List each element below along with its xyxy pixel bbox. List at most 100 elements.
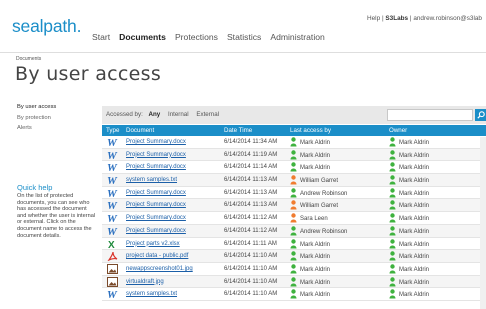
table-row[interactable]: W Project Summary.docx 6/14/2014 11:34 AM M… (102, 136, 486, 149)
table-row[interactable]: newappscreenshot01.jpg 6/14/2014 11:10 AM… (102, 263, 486, 276)
user-icon (290, 137, 297, 147)
sidebar-item-by-protection[interactable]: By protection (17, 115, 99, 126)
table-row[interactable]: W Project Summary.docx 6/14/2014 11:13 AM A… (102, 187, 486, 200)
table-row[interactable]: W Project Summary.docx 6/14/2014 11:12 AM A… (102, 224, 486, 238)
word-file-icon: W (107, 137, 119, 149)
document-link[interactable]: system samples.txt (126, 177, 177, 183)
breadcrumb[interactable]: Documents (16, 56, 41, 62)
last-access-name: Mark Aldrin (300, 279, 331, 286)
svg-text:W: W (107, 162, 118, 172)
table-header: Type Document Date Time Last access by O… (102, 125, 486, 136)
sidebar-item-alerts[interactable]: Alerts (17, 125, 99, 136)
last-access-name: Andrew Robinson (300, 190, 348, 197)
access-datetime: 6/14/2014 11:11 AM (224, 240, 277, 247)
scrollbar[interactable] (480, 137, 486, 309)
table-row[interactable]: W Project Summary.docx 6/14/2014 11:19 AM M… (102, 148, 486, 162)
col-last-access[interactable]: Last access by (290, 127, 331, 134)
owner-user: Mark Aldrin (389, 162, 429, 172)
last-access-user: William Garret (290, 175, 338, 185)
user-icon (389, 289, 396, 299)
table-row[interactable]: Wsystem samples.txt 6/14/2014 11:10 AM Mar… (102, 288, 486, 301)
page-title: By user access (15, 63, 162, 85)
word-file-icon: W (107, 213, 119, 225)
nav-start[interactable]: Start (92, 32, 110, 42)
nav-administration[interactable]: Administration (270, 32, 324, 42)
nav-protections[interactable]: Protections (175, 32, 218, 42)
document-link[interactable]: Project Summary.docx (126, 190, 186, 196)
main-nav: Start Documents Protections Statistics A… (92, 32, 325, 42)
table-row[interactable]: X Project parts v2.xlsx 6/14/2014 11:11 AM… (102, 238, 486, 251)
last-access-name: Andrew Robinson (300, 228, 348, 235)
table-row[interactable]: W Project Summary.docx 6/14/2014 11:13 AM W… (102, 199, 486, 212)
access-datetime: 6/14/2014 11:13 AM (224, 189, 278, 196)
sealpath-logo[interactable]: sealpath. (12, 16, 81, 37)
user-icon (389, 213, 396, 223)
word-file-icon: W (107, 200, 119, 212)
document-link[interactable]: Project Summary.docx (126, 139, 186, 145)
document-link[interactable]: Project Summary.docx (126, 228, 186, 234)
last-access-name: Mark Aldrin (300, 241, 331, 248)
access-datetime: 6/14/2014 11:13 AM (224, 202, 278, 209)
nav-statistics[interactable]: Statistics (227, 32, 261, 42)
last-access-user: Andrew Robinson (290, 188, 347, 198)
nav-documents[interactable]: Documents (119, 32, 166, 42)
owner-name: Mark Aldrin (399, 140, 430, 146)
svg-text:W: W (107, 188, 118, 198)
word-file-icon: W (107, 150, 119, 162)
search-input[interactable] (387, 109, 473, 121)
col-datetime[interactable]: Date Time (224, 127, 252, 134)
last-access-user: Mark Aldrin (290, 289, 330, 299)
user-icon (389, 251, 396, 261)
search-icon (476, 111, 485, 119)
sidebar-item-by-user-access[interactable]: By user access (17, 104, 99, 115)
user-email[interactable]: andrew.robinson@s3lab (413, 15, 482, 22)
user-icon (290, 226, 297, 236)
col-owner[interactable]: Owner (389, 127, 407, 134)
document-link[interactable]: system samples.txt (126, 291, 177, 297)
document-link[interactable]: project data - public.pdf (126, 253, 188, 259)
filter-option-any[interactable]: Any (149, 111, 161, 118)
header-divider (0, 52, 486, 53)
document-link[interactable]: Project parts v2.xlsx (126, 241, 180, 247)
sidebar: By user access By protection Alerts (17, 104, 99, 136)
user-icon (389, 149, 396, 160)
document-link[interactable]: virtualdraft.jpg (126, 279, 164, 285)
user-icon (389, 137, 396, 147)
user-icon (389, 175, 396, 185)
user-icon (290, 251, 297, 261)
filter-option-internal[interactable]: Internal (168, 111, 189, 118)
last-access-name: William Garret (300, 178, 339, 185)
owner-name: Mark Aldrin (399, 292, 430, 299)
svg-text:W: W (107, 150, 118, 160)
owner-name: Mark Aldrin (399, 203, 430, 210)
owner-name: Mark Aldrin (399, 279, 430, 286)
col-type[interactable]: Type (106, 127, 119, 134)
table-row[interactable]: virtualdraft.jpg 6/14/2014 11:10 AM Mark A… (102, 275, 486, 289)
table-row[interactable]: Wsystem samples.txt 6/14/2014 11:13 AM Wil… (102, 174, 486, 187)
document-link[interactable]: Project Summary.docx (126, 215, 186, 221)
table-row[interactable]: W Project Summary.docx 6/14/2014 11:14 AM M… (102, 161, 486, 174)
document-link[interactable]: newappscreenshot01.jpg (126, 266, 193, 272)
filter-bar: Accessed by: Any Internal External (102, 106, 486, 124)
access-datetime: 6/14/2014 11:12 AM (224, 227, 278, 234)
word-file-icon: W (107, 289, 119, 301)
owner-user: Mark Aldrin (389, 251, 429, 261)
table-row[interactable]: project data - public.pdf 6/14/2014 11:10… (102, 250, 486, 263)
last-access-user: Mark Aldrin (290, 276, 331, 287)
access-datetime: 6/14/2014 11:34 AM (224, 139, 278, 145)
word-file-icon: W (107, 162, 119, 174)
user-icon (389, 200, 396, 210)
word-file-icon: W (107, 188, 119, 200)
table-row[interactable]: W Project Summary.docx 6/14/2014 11:12 AM S… (102, 212, 486, 225)
help-link[interactable]: Help (367, 15, 380, 22)
last-access-user: Mark Aldrin (290, 238, 331, 249)
filter-option-external[interactable]: External (196, 111, 219, 118)
last-access-name: Mark Aldrin (300, 140, 331, 146)
document-link[interactable]: Project Summary.docx (126, 152, 186, 158)
owner-user: Mark Aldrin (389, 238, 429, 249)
document-link[interactable]: Project Summary.docx (126, 164, 186, 170)
owner-user: Mark Aldrin (389, 226, 429, 236)
col-document[interactable]: Document (126, 127, 154, 134)
document-link[interactable]: Project Summary.docx (126, 202, 186, 208)
search-button[interactable] (475, 109, 486, 121)
